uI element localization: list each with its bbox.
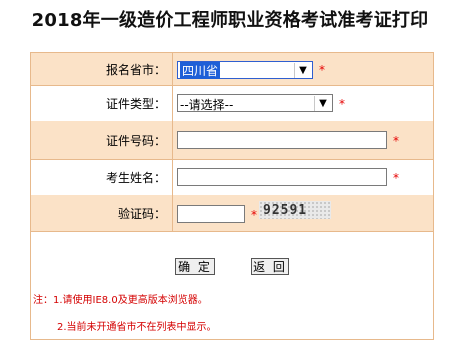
id-number-label: 证件号码： xyxy=(31,121,173,159)
id-type-select[interactable]: --请选择-- ▼ xyxy=(177,94,333,112)
captcha-label: 验证码： xyxy=(31,195,173,231)
required-mark: * xyxy=(251,208,257,222)
name-row: 考生姓名： * xyxy=(31,159,433,196)
id-number-row: 证件号码： * xyxy=(31,121,433,160)
chevron-down-icon: ▼ xyxy=(294,63,311,78)
required-mark: * xyxy=(319,63,325,77)
required-mark: * xyxy=(393,134,399,148)
required-mark: * xyxy=(339,97,345,111)
required-mark: * xyxy=(393,171,399,185)
button-area: 确 定 返 回 xyxy=(31,232,433,286)
note-line-2: 2.当前未开通省市不在列表中显示。 xyxy=(57,322,217,333)
chevron-down-icon: ▼ xyxy=(314,96,331,111)
name-label: 考生姓名： xyxy=(31,159,173,195)
id-type-label: 证件类型： xyxy=(31,85,173,121)
confirm-button[interactable]: 确 定 xyxy=(175,258,215,275)
id-type-selected-value: --请选择-- xyxy=(180,98,234,112)
captcha-input[interactable] xyxy=(177,205,245,223)
province-row: 报名省市： 四川省 ▼ * xyxy=(31,53,433,86)
id-number-input[interactable] xyxy=(177,131,387,149)
province-label: 报名省市： xyxy=(31,53,173,85)
ticket-print-form: 报名省市： 四川省 ▼ * 证件类型： --请选择-- ▼ * 证件号码： * … xyxy=(30,52,434,340)
note-line-1: 注：1.请使用IE8.0及更高版本浏览器。 xyxy=(33,295,208,306)
back-button[interactable]: 返 回 xyxy=(251,258,289,275)
province-select[interactable]: 四川省 ▼ xyxy=(177,61,313,79)
id-type-row: 证件类型： --请选择-- ▼ * xyxy=(31,85,433,122)
name-input[interactable] xyxy=(177,168,387,186)
captcha-row: 验证码： * 92591 xyxy=(31,195,433,232)
province-selected-value: 四川省 xyxy=(180,62,221,79)
captcha-image[interactable]: 92591 xyxy=(259,201,331,219)
page-title: 2018年一级造价工程师职业资格考试准考证打印 xyxy=(31,10,429,31)
